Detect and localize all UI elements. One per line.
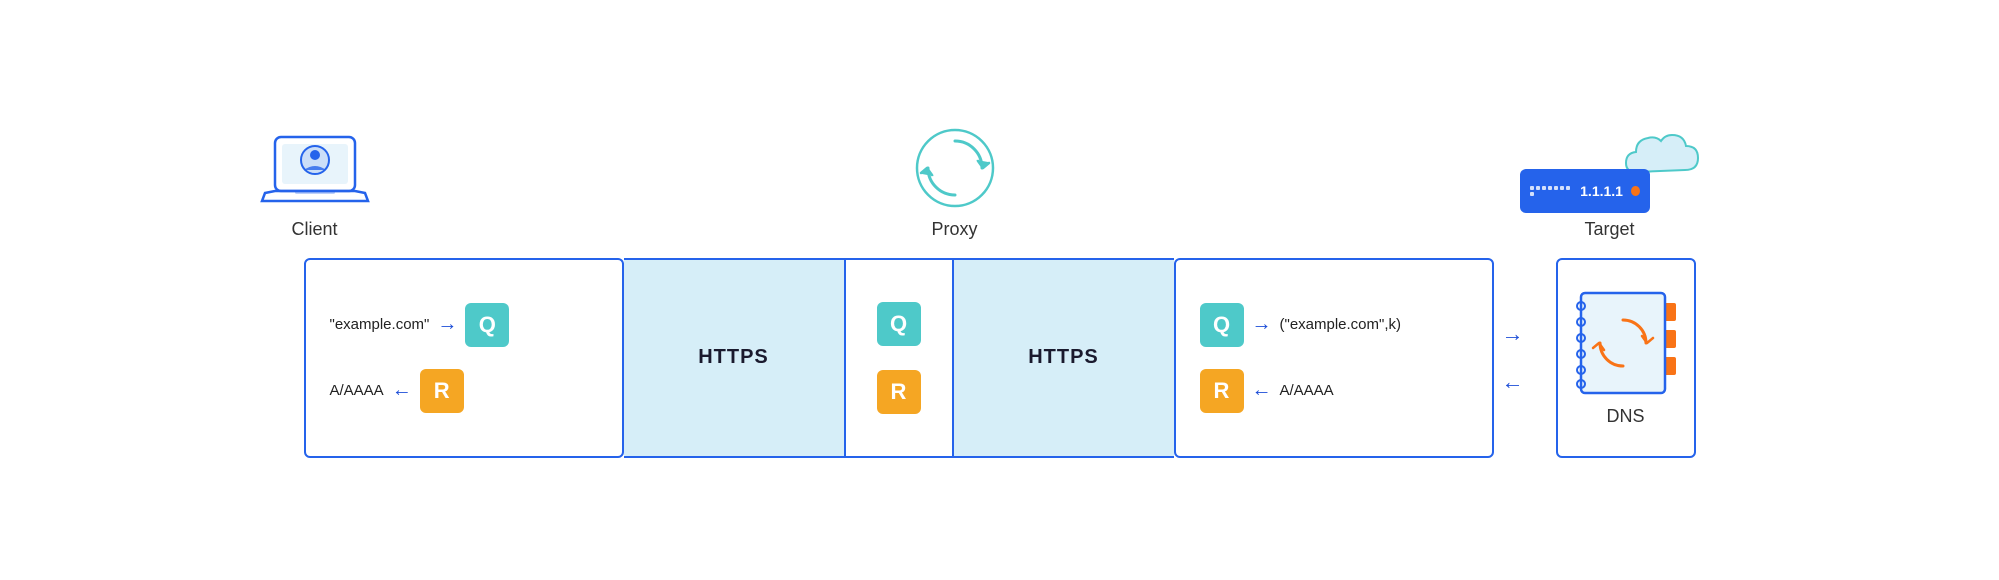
target-r-arrow-left: ← bbox=[1252, 379, 1272, 402]
to-dns-arrow: → bbox=[1502, 321, 1524, 347]
icons-row: Client Proxy bbox=[100, 123, 1900, 240]
proxy-box: Q R bbox=[844, 258, 954, 458]
client-r-badge: R bbox=[420, 369, 464, 413]
proxy-q-badge: Q bbox=[877, 302, 921, 346]
dns-arrows: → ← bbox=[1502, 321, 1524, 395]
proxy-icon-group: Proxy bbox=[910, 123, 1000, 240]
target-q-badge: Q bbox=[1200, 303, 1244, 347]
from-dns-arrow: ← bbox=[1502, 369, 1524, 395]
proxy-sync-icon bbox=[910, 123, 1000, 213]
client-label: Client bbox=[291, 219, 337, 240]
proxy-label: Proxy bbox=[931, 219, 977, 240]
client-query-row: "example.com" → Q bbox=[330, 303, 598, 347]
target-box: Q → ("example.com",k) R ← A/AAAA bbox=[1174, 258, 1494, 458]
dns-box: DNS bbox=[1556, 258, 1696, 458]
https-band-2: HTTPS bbox=[954, 258, 1174, 458]
client-box: "example.com" → Q A/AAAA ← R bbox=[304, 258, 624, 458]
target-query-row: Q → ("example.com",k) bbox=[1200, 303, 1468, 347]
client-response-row: A/AAAA ← R bbox=[330, 369, 598, 413]
diagram-container: Client Proxy bbox=[0, 0, 1999, 580]
target-icon-group: 1.1.1.1 Target bbox=[1520, 125, 1700, 240]
client-r-arrow: ← bbox=[392, 379, 412, 402]
target-response-text: A/AAAA bbox=[1280, 382, 1334, 399]
client-icon-group: Client bbox=[260, 133, 370, 240]
target-q-arrow-right: → bbox=[1252, 313, 1272, 336]
main-diagram: "example.com" → Q A/AAAA ← R HTTPS bbox=[304, 258, 1696, 458]
https-band-1: HTTPS bbox=[624, 258, 844, 458]
target-response-row: R ← A/AAAA bbox=[1200, 369, 1468, 413]
target-r-badge: R bbox=[1200, 369, 1244, 413]
dns-label: DNS bbox=[1606, 406, 1644, 427]
dns-notebook-icon bbox=[1576, 288, 1676, 398]
client-q-arrow: → bbox=[437, 313, 457, 336]
target-query-text: ("example.com",k) bbox=[1280, 316, 1402, 333]
client-response-text: A/AAAA bbox=[330, 382, 384, 399]
proxy-r-badge: R bbox=[877, 370, 921, 414]
target-label: Target bbox=[1584, 219, 1634, 240]
client-query-text: "example.com" bbox=[330, 316, 430, 333]
client-q-badge: Q bbox=[465, 303, 509, 347]
client-laptop-icon bbox=[260, 133, 370, 213]
